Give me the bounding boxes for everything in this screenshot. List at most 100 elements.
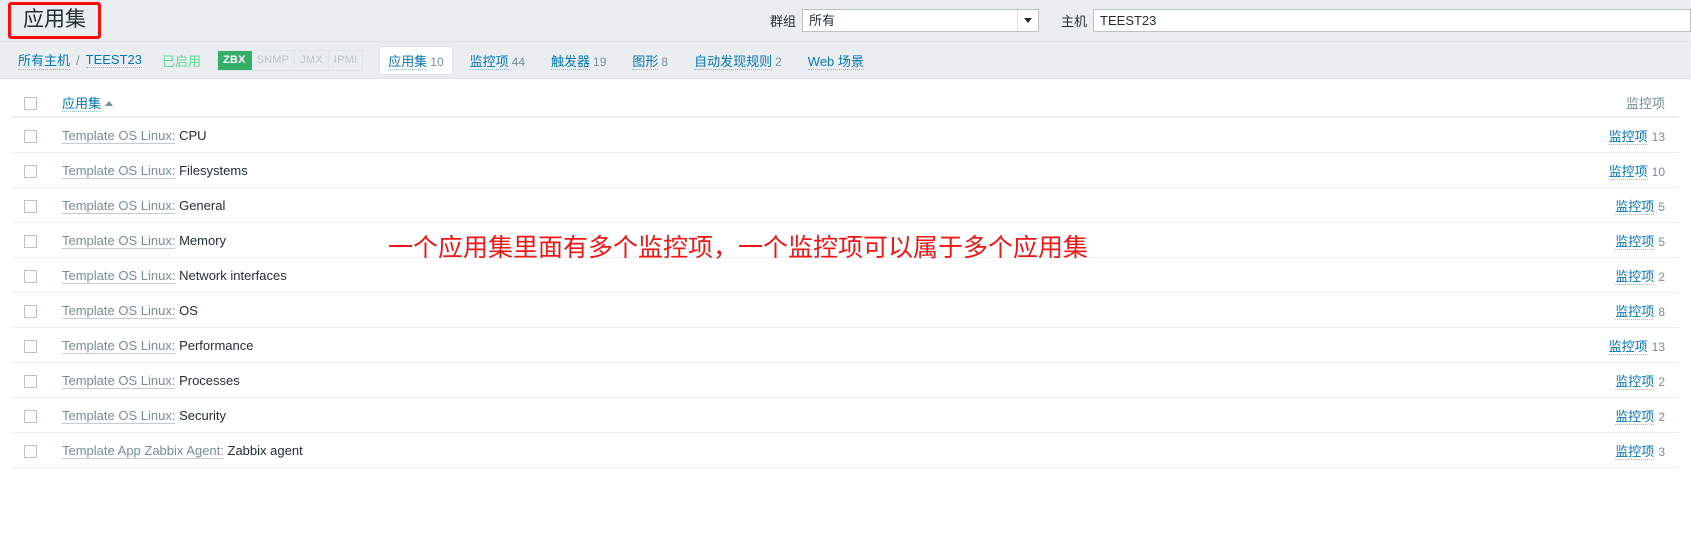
page-title-wrapper: 应用集: [8, 0, 101, 53]
items-cell: 监控项 5: [1445, 187, 1679, 223]
table-row: Template OS Linux: OS 监控项 8: [12, 292, 1679, 328]
template-link[interactable]: Template OS Linux:: [62, 337, 176, 354]
items-link[interactable]: 监控项: [1608, 163, 1648, 180]
application-name: Processes: [179, 372, 240, 388]
table-footer-spacer: [12, 468, 1679, 512]
tab-applications[interactable]: 应用集 10: [379, 45, 453, 75]
row-checkbox[interactable]: [24, 444, 37, 458]
row-checkbox[interactable]: [24, 339, 37, 353]
table-header-row: 应用集 监控项: [12, 89, 1679, 118]
breadcrumb-host[interactable]: TEEST23: [85, 52, 142, 68]
items-link-label: 监控项: [1615, 303, 1655, 320]
sort-asc-icon: [105, 101, 114, 107]
row-select-cell: [12, 432, 62, 468]
items-cell: 监控项 8: [1445, 292, 1679, 328]
application-cell: Template OS Linux: Memory: [62, 222, 1445, 258]
application-cell: Template OS Linux: CPU: [62, 117, 1445, 153]
breadcrumb-separator: /: [76, 52, 80, 68]
items-link[interactable]: 监控项: [1615, 373, 1655, 390]
select-all-checkbox[interactable]: [24, 97, 37, 111]
tab-discovery-rules-label: 自动发现规则: [694, 53, 773, 70]
row-checkbox[interactable]: [24, 199, 37, 213]
row-checkbox[interactable]: [24, 129, 37, 143]
tab-triggers[interactable]: 触发器 19: [542, 46, 615, 75]
host-input[interactable]: [1093, 9, 1691, 32]
items-link[interactable]: 监控项: [1615, 233, 1655, 250]
row-checkbox[interactable]: [24, 304, 37, 318]
tab-discovery-rules[interactable]: 自动发现规则 2: [685, 46, 791, 75]
table-row: Template App Zabbix Agent: Zabbix agent 监…: [12, 432, 1679, 468]
table-row: Template OS Linux: Network interfaces 监控项…: [12, 257, 1679, 293]
items-link-label: 监控项: [1615, 443, 1655, 460]
application-sort-link[interactable]: 应用集: [62, 96, 102, 112]
application-column-header[interactable]: 应用集: [62, 89, 1445, 118]
interface-badges: ZBX SNMP JMX IPMI: [217, 49, 364, 71]
template-link[interactable]: Template OS Linux:: [62, 127, 176, 144]
items-count: 2: [1658, 269, 1665, 284]
items-link[interactable]: 监控项: [1615, 198, 1655, 215]
application-name: OS: [179, 302, 198, 318]
application-cell: Template OS Linux: Security: [62, 397, 1445, 433]
row-checkbox[interactable]: [24, 269, 37, 283]
row-select-cell: [12, 187, 62, 223]
tab-graphs[interactable]: 图形 8: [623, 46, 677, 75]
group-select-value[interactable]: 所有: [802, 9, 1040, 32]
template-link[interactable]: Template OS Linux:: [62, 197, 176, 214]
table-row: Template OS Linux: General 监控项 5: [12, 187, 1679, 223]
items-link[interactable]: 监控项: [1608, 338, 1648, 355]
tab-web-scenarios[interactable]: Web 场景: [799, 46, 876, 75]
row-checkbox[interactable]: [24, 409, 37, 423]
items-link[interactable]: 监控项: [1615, 268, 1655, 285]
interface-badge-zbx[interactable]: ZBX: [218, 50, 252, 70]
tab-items-count: 44: [511, 54, 525, 69]
row-checkbox[interactable]: [24, 234, 37, 248]
items-link[interactable]: 监控项: [1615, 303, 1655, 320]
template-link[interactable]: Template OS Linux:: [62, 162, 176, 179]
items-link[interactable]: 监控项: [1615, 408, 1655, 425]
row-select-cell: [12, 257, 62, 293]
row-checkbox[interactable]: [24, 164, 37, 178]
select-all-header: [12, 89, 62, 118]
items-link-label: 监控项: [1615, 268, 1655, 285]
template-link[interactable]: Template OS Linux:: [62, 267, 176, 284]
group-select[interactable]: 所有: [802, 9, 1040, 32]
filter-bar: 群组 所有 主机: [770, 0, 1691, 41]
table-row: Template OS Linux: Security 监控项 2: [12, 397, 1679, 433]
template-link[interactable]: Template OS Linux:: [62, 232, 176, 249]
template-link[interactable]: Template OS Linux:: [62, 407, 176, 424]
items-count: 13: [1651, 339, 1665, 354]
applications-table: 应用集 监控项 Template OS Linux: CPU 监控项 13 Templ…: [12, 89, 1679, 468]
interface-badge-jmx[interactable]: JMX: [295, 50, 329, 70]
template-link[interactable]: Template OS Linux:: [62, 302, 176, 319]
application-cell: Template App Zabbix Agent: Zabbix agent: [62, 432, 1445, 468]
table-row: Template OS Linux: Filesystems 监控项 10: [12, 152, 1679, 188]
host-filter-label: 主机: [1061, 14, 1088, 29]
tab-items[interactable]: 监控项 44: [461, 46, 534, 75]
tab-graphs-count: 8: [661, 54, 669, 69]
items-column-label: 监控项: [1625, 96, 1665, 111]
row-select-cell: [12, 327, 62, 363]
table-row: Template OS Linux: Performance 监控项 13: [12, 327, 1679, 363]
row-checkbox[interactable]: [24, 374, 37, 388]
row-select-cell: [12, 117, 62, 153]
interface-badge-ipmi[interactable]: IPMI: [329, 51, 362, 70]
tab-discovery-rules-count: 2: [775, 54, 782, 69]
application-name: Performance: [179, 337, 254, 353]
items-link-label: 监控项: [1615, 233, 1655, 250]
table-row: Template OS Linux: Processes 监控项 2: [12, 362, 1679, 398]
interface-badge-snmp[interactable]: SNMP: [252, 50, 296, 70]
items-cell: 监控项 2: [1445, 257, 1679, 293]
application-name: General: [179, 197, 226, 213]
chevron-down-icon[interactable]: [1017, 10, 1039, 31]
table-header: 应用集 监控项: [12, 89, 1679, 118]
items-link[interactable]: 监控项: [1608, 128, 1648, 145]
template-link[interactable]: Template OS Linux:: [62, 372, 176, 389]
items-cell: 监控项 10: [1445, 152, 1679, 188]
template-link[interactable]: Template App Zabbix Agent:: [62, 442, 224, 459]
items-link-label: 监控项: [1615, 198, 1655, 215]
page-title: 应用集: [8, 2, 101, 39]
items-link-label: 监控项: [1615, 408, 1655, 425]
application-cell: Template OS Linux: Processes: [62, 362, 1445, 398]
application-name: CPU: [179, 127, 207, 143]
items-link[interactable]: 监控项: [1615, 443, 1655, 460]
